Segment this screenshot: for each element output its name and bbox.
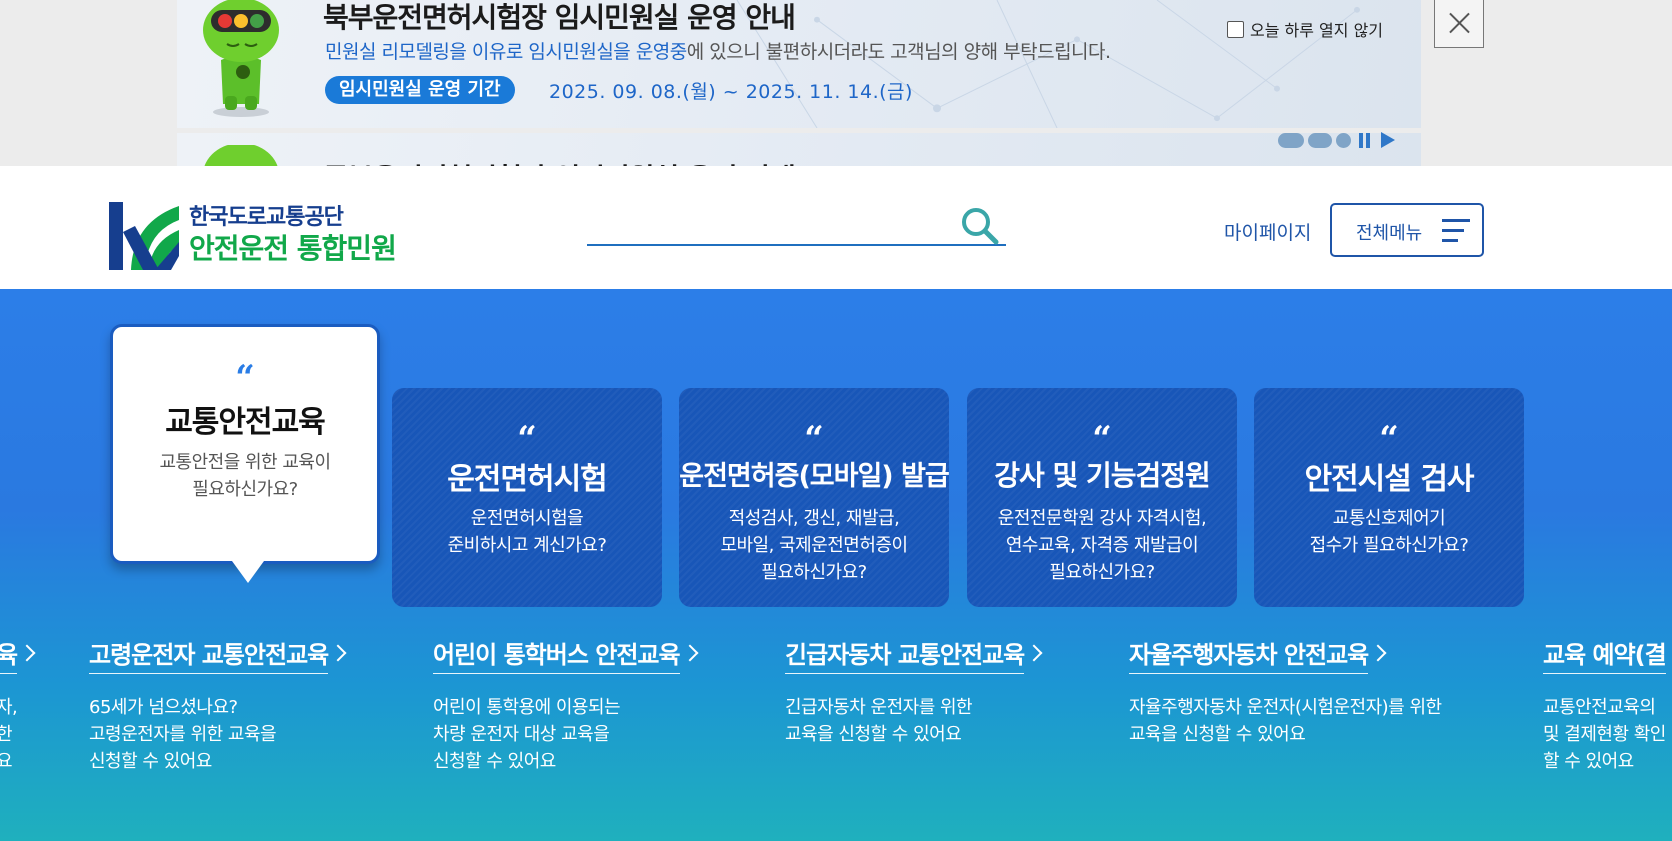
service-card-license-exam[interactable]: “ 운전면허시험 운전면허시험을 준비하시고 계신가요?	[392, 388, 662, 607]
popup-description-highlight: 민원실 리모델링을 이유로 임시민원실을 운영중	[325, 41, 687, 63]
service-section: “ 교통안전교육 교통안전을 위한 교육이 필요하신가요? “ 운전면허시험 운…	[0, 289, 1672, 841]
checkbox-icon[interactable]	[1227, 20, 1244, 38]
quote-icon: “	[235, 358, 255, 398]
sub-service-elderly-driver[interactable]: 고령운전자 교통안전교육 65세가 넘으셨나요? 고령운전자를 위한 교육을 신…	[89, 635, 347, 775]
popup-title-next: 동부운전면허시험장 임시민원실 운영 안내	[323, 157, 796, 166]
search-input[interactable]	[587, 204, 947, 242]
popup-title: 북부운전면허시험장 임시민원실 운영 안내	[323, 1, 796, 34]
period-label-badge: 임시민원실 운영 기간	[325, 76, 515, 104]
pause-icon[interactable]	[1359, 132, 1373, 148]
site-logo[interactable]: 한국도로교통공단 안전운전 통합민원	[109, 202, 397, 270]
sub-service-partial-left[interactable]: 육 자, 한 요	[0, 635, 36, 775]
period-value: 2025. 09. 08.(월) ~ 2025. 11. 14.(금)	[549, 81, 913, 103]
koroad-logo-icon	[109, 202, 179, 270]
sub-service-emergency-vehicle[interactable]: 긴급자동차 교통안전교육 긴급자동차 운전자를 위한 교육을 신청할 수 있어요	[785, 635, 1043, 748]
service-card-title: 운전면허증(모바일) 발급	[679, 461, 949, 492]
slide-pager	[1278, 132, 1395, 148]
hamburger-icon	[1442, 219, 1472, 243]
no-show-today-label: 오늘 하루 열지 않기	[1250, 21, 1384, 40]
service-card-license-issue[interactable]: “ 운전면허증(모바일) 발급 적성검사, 갱신, 재발급, 모바일, 국제운전…	[679, 388, 950, 607]
sub-service-desc: 자율주행자동차 운전자(시험운전자)를 위한 교육을 신청할 수 있어요	[1129, 697, 1442, 745]
service-card-safety-facility[interactable]: “ 안전시설 검사 교통신호제어기 접수가 필요하신가요?	[1254, 388, 1524, 607]
service-card-desc: 교통신호제어기 접수가 필요하신가요?	[1309, 508, 1469, 556]
quote-icon: “	[517, 419, 537, 459]
popup-description-rest: 에 있으니 불편하시더라도 고객님의 양해 부탁드립니다.	[686, 41, 1111, 63]
service-card-desc: 적성검사, 갱신, 재발급, 모바일, 국제운전면허증이 필요하신가요?	[720, 508, 908, 583]
chevron-right-icon	[1369, 644, 1387, 662]
sub-service-school-bus[interactable]: 어린이 통학버스 안전교육 어린이 통학용에 이용되는 차량 운전자 대상 교육…	[433, 635, 699, 775]
no-show-today-checkbox[interactable]: 오늘 하루 열지 않기	[1227, 17, 1383, 41]
service-card-traffic-education[interactable]: “ 교통안전교육 교통안전을 위한 교육이 필요하신가요?	[110, 324, 380, 583]
popup-slide-next[interactable]: 동부운전면허시험장 임시민원실 운영 안내	[177, 133, 1421, 166]
service-card-instructor[interactable]: “ 강사 및 기능검정원 운전전문학원 강사 자격시험, 연수교육, 자격증 재…	[967, 388, 1237, 607]
sub-service-title: 육	[0, 635, 18, 674]
service-card-title: 안전시설 검사	[1304, 462, 1474, 497]
close-icon[interactable]	[1434, 0, 1484, 48]
pager-dot-1[interactable]	[1278, 132, 1304, 148]
sub-service-title: 긴급자동차 교통안전교육	[785, 635, 1025, 674]
sub-service-desc: 어린이 통학용에 이용되는 차량 운전자 대상 교육을 신청할 수 있어요	[433, 697, 621, 772]
service-card-desc: 교통안전을 위한 교육이 필요하신가요?	[159, 452, 331, 500]
all-menu-label: 전체메뉴	[1356, 223, 1423, 244]
sub-service-autonomous-vehicle[interactable]: 자율주행자동차 안전교육 자율주행자동차 운전자(시험운전자)를 위한 교육을 …	[1129, 635, 1442, 748]
play-icon[interactable]	[1381, 132, 1395, 148]
chevron-right-icon	[18, 644, 36, 662]
site-header: 한국도로교통공단 안전운전 통합민원 마이페이지 전체메뉴	[0, 166, 1672, 289]
service-card-title: 운전면허시험	[447, 462, 608, 497]
active-pointer	[232, 561, 264, 583]
sub-service-desc: 자, 한 요	[0, 697, 18, 772]
quote-icon: “	[1379, 419, 1399, 459]
traffic-light-mascot-icon	[204, 145, 278, 166]
traffic-light-mascot-icon	[203, 0, 279, 117]
sub-service-title: 고령운전자 교통안전교육	[89, 635, 329, 674]
service-card-title: 교통안전교육	[165, 405, 326, 440]
mypage-link[interactable]: 마이페이지	[1224, 218, 1311, 245]
logo-org-name: 한국도로교통공단	[189, 205, 344, 230]
service-card-title: 강사 및 기능검정원	[994, 459, 1211, 492]
sub-service-title: 어린이 통학버스 안전교육	[433, 635, 681, 674]
service-card-desc: 운전전문학원 강사 자격시험, 연수교육, 자격증 재발급이 필요하신가요?	[997, 508, 1207, 583]
search-box	[587, 204, 1006, 246]
sub-service-reservation[interactable]: 교육 예약(결 교통안전교육의 및 결제현황 확인 할 수 있어요	[1543, 635, 1667, 775]
sub-service-desc: 교통안전교육의 및 결제현황 확인 할 수 있어요	[1543, 697, 1666, 772]
logo-service-name: 안전운전 통합민원	[189, 232, 397, 265]
pager-dot-3[interactable]	[1336, 132, 1351, 148]
service-card-desc: 운전면허시험을 준비하시고 계신가요?	[447, 508, 607, 556]
quote-icon: “	[1092, 419, 1112, 459]
quote-icon: “	[804, 419, 824, 459]
popup-banner: 북부운전면허시험장 임시민원실 운영 안내 민원실 리모델링을 이유로 임시민원…	[0, 0, 1672, 166]
sub-service-desc: 긴급자동차 운전자를 위한 교육을 신청할 수 있어요	[785, 697, 973, 745]
pager-dot-2[interactable]	[1308, 132, 1332, 148]
chevron-right-icon	[1025, 644, 1043, 662]
search-icon[interactable]	[960, 206, 1000, 246]
chevron-right-icon	[681, 644, 699, 662]
sub-service-title: 교육 예약(결	[1543, 635, 1667, 674]
popup-description: 민원실 리모델링을 이유로 임시민원실을 운영중에 있으니 불편하시더라도 고객…	[325, 37, 1111, 64]
sub-service-desc: 65세가 넘으셨나요? 고령운전자를 위한 교육을 신청할 수 있어요	[89, 697, 277, 772]
all-menu-button[interactable]: 전체메뉴	[1330, 203, 1484, 257]
sub-service-title: 자율주행자동차 안전교육	[1129, 635, 1369, 674]
chevron-right-icon	[329, 644, 347, 662]
